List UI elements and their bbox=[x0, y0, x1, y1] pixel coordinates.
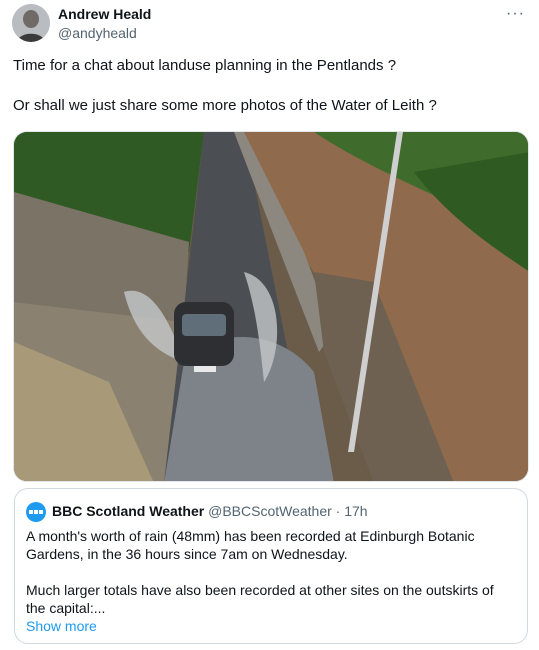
quote-timestamp[interactable]: 17h bbox=[344, 503, 367, 519]
quote-author-handle[interactable]: @BBCScotWeather bbox=[208, 503, 332, 519]
quote-separator: · bbox=[335, 503, 341, 519]
show-more-link[interactable]: Show more bbox=[26, 618, 97, 634]
more-icon[interactable]: ··· bbox=[506, 5, 525, 23]
quote-paragraph: A month's worth of rain (48mm) has been … bbox=[26, 528, 475, 562]
avatar[interactable] bbox=[12, 4, 50, 42]
tweet-paragraph: Or shall we just share some more photos … bbox=[13, 97, 437, 114]
author-name[interactable]: Andrew Heald bbox=[58, 6, 151, 22]
quote-paragraph: Much larger totals have also been record… bbox=[26, 582, 494, 616]
quoted-tweet[interactable]: BBC Scotland Weather @BBCScotWeather · 1… bbox=[14, 488, 528, 644]
author-handle[interactable]: @andyheald bbox=[58, 25, 137, 41]
quote-header: BBC Scotland Weather @BBCScotWeather · 1… bbox=[52, 503, 368, 519]
tweet-paragraph: Time for a chat about landuse planning i… bbox=[13, 57, 397, 74]
tweet-text: Time for a chat about landuse planning i… bbox=[13, 56, 523, 116]
flooded-road-photo bbox=[14, 132, 528, 481]
tweet-photo[interactable] bbox=[13, 131, 529, 482]
quote-author-name[interactable]: BBC Scotland Weather bbox=[52, 503, 204, 519]
bbc-logo-icon bbox=[26, 502, 46, 522]
avatar-photo bbox=[12, 4, 50, 42]
quote-text: A month's worth of rain (48mm) has been … bbox=[26, 527, 516, 617]
